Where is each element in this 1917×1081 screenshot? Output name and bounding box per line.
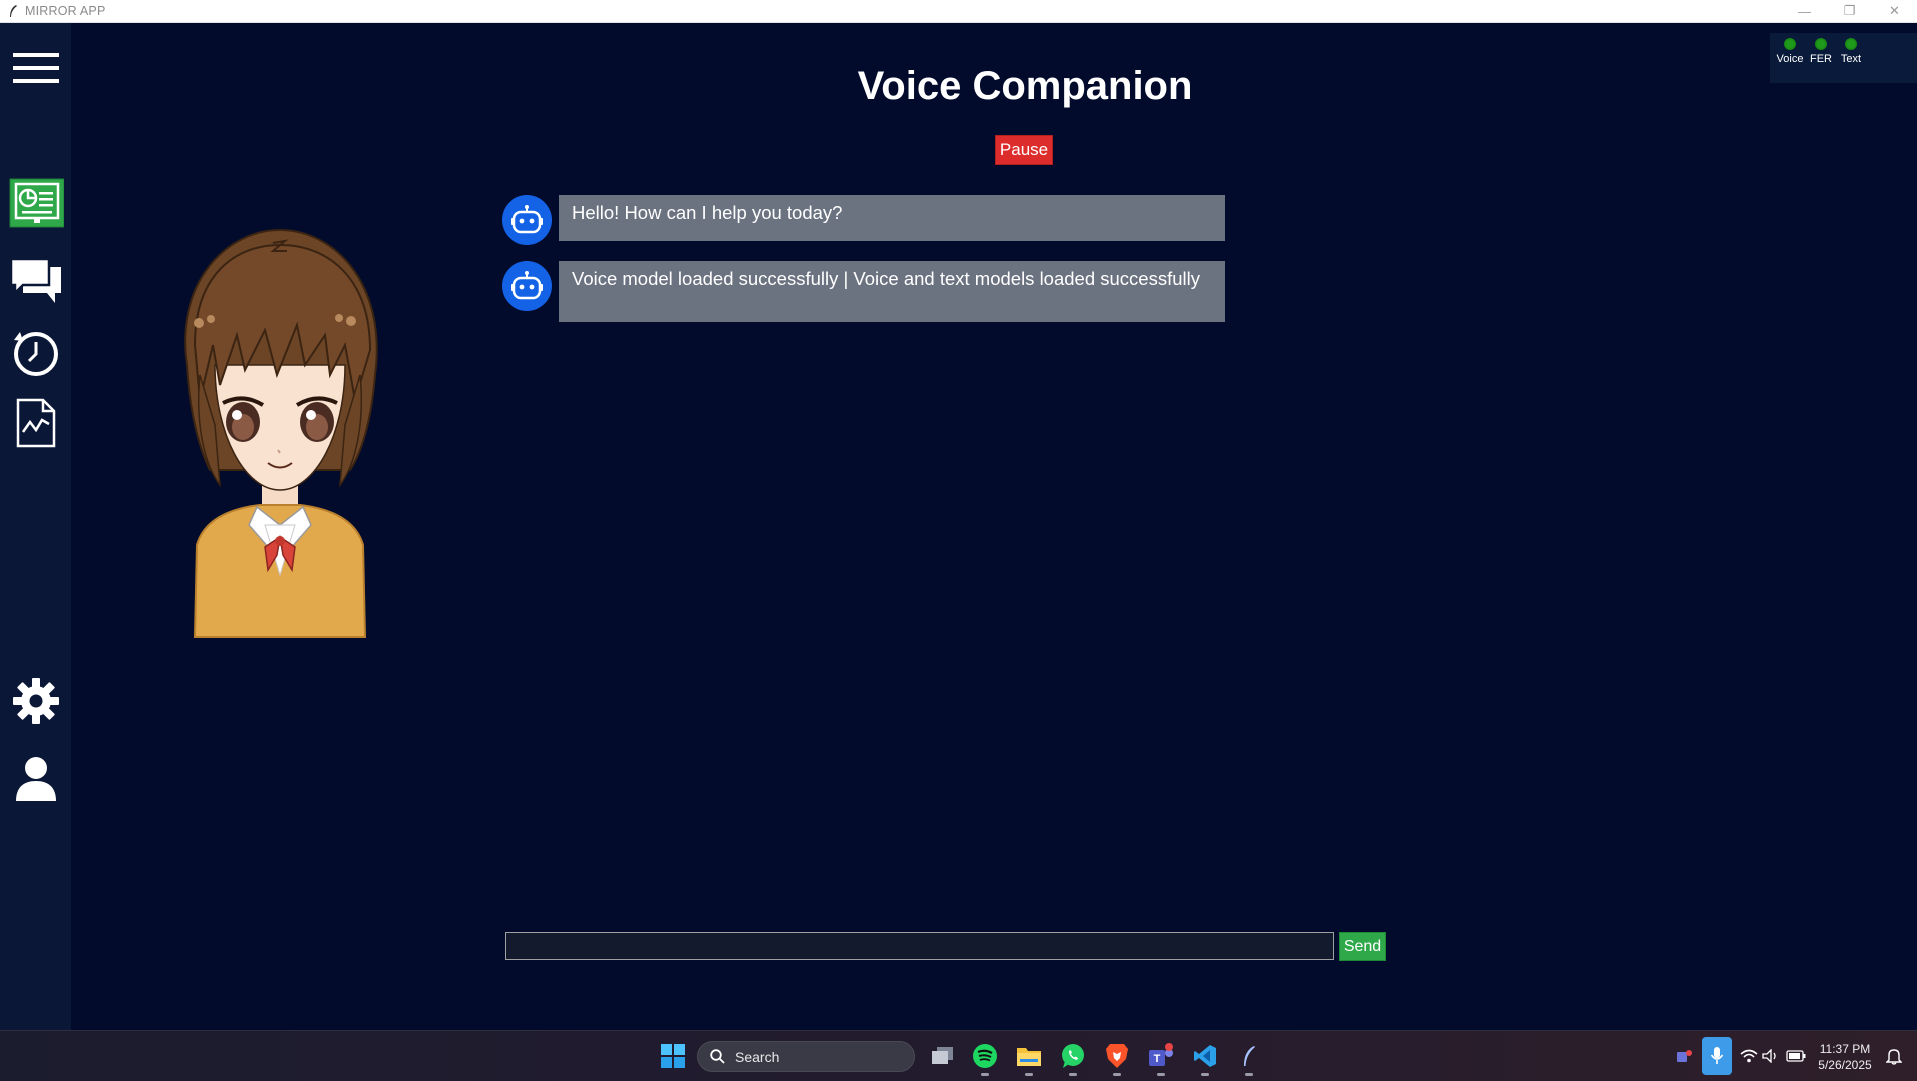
bot-avatar	[502, 261, 552, 311]
chat-bubbles-icon	[9, 257, 61, 303]
speaker-icon	[1762, 1049, 1776, 1063]
tray-volume[interactable]	[1760, 1041, 1782, 1071]
chat-message: Voice model loaded successfully | Voice …	[502, 261, 1225, 322]
sidebar-item-reports[interactable]	[0, 395, 71, 450]
taskbar-search[interactable]: Search	[697, 1041, 915, 1072]
tray-teams[interactable]	[1672, 1041, 1696, 1071]
search-icon	[710, 1049, 725, 1064]
start-button[interactable]	[656, 1041, 690, 1071]
maximize-button[interactable]: ❐	[1827, 0, 1872, 22]
window-title: MIRROR APP	[25, 4, 106, 18]
svg-text:T: T	[1154, 1053, 1161, 1065]
send-button[interactable]: Send	[1339, 932, 1386, 961]
taskbar-whatsapp[interactable]	[1056, 1041, 1090, 1076]
bot-avatar	[502, 195, 552, 245]
chat-input[interactable]	[505, 932, 1334, 960]
sidebar-item-chat[interactable]	[0, 255, 71, 310]
status-indicators: Voice FER Text	[1770, 33, 1917, 83]
brave-browser-icon	[1106, 1044, 1128, 1068]
clock-history-icon	[13, 331, 58, 376]
search-placeholder: Search	[735, 1048, 780, 1065]
os-taskbar: Search T 11:37 PM 5/26/2025	[0, 1030, 1917, 1081]
message-bubble: Voice model loaded successfully | Voice …	[559, 261, 1225, 322]
companion-avatar	[165, 225, 395, 645]
teams-tray-icon	[1677, 1050, 1692, 1062]
clock-date: 5/26/2025	[1818, 1058, 1872, 1072]
wifi-icon	[1740, 1049, 1758, 1063]
sidebar-item-profile[interactable]	[0, 753, 71, 805]
minimize-button[interactable]: —	[1782, 0, 1827, 22]
tray-clock[interactable]: 11:37 PM 5/26/2025	[1808, 1041, 1882, 1073]
close-button[interactable]: ✕	[1872, 0, 1917, 22]
notification-bell-icon	[1886, 1049, 1902, 1065]
clock-time: 11:37 PM	[1819, 1042, 1871, 1056]
teams-icon: T	[1149, 1043, 1173, 1066]
dashboard-icon	[9, 178, 64, 227]
file-explorer-icon	[1017, 1048, 1041, 1066]
sidebar-item-settings[interactable]	[0, 675, 71, 727]
taskbar-spotify[interactable]	[968, 1041, 1002, 1076]
status-label: Text	[1840, 53, 1862, 65]
battery-icon	[1786, 1050, 1806, 1062]
hamburger-menu-icon	[12, 53, 59, 83]
pause-button[interactable]: Pause	[995, 135, 1053, 165]
whatsapp-icon	[1062, 1044, 1084, 1068]
page-title: Voice Companion	[857, 64, 1193, 108]
status-dot	[1845, 38, 1857, 50]
chat-message: Hello! How can I help you today?	[502, 195, 1225, 245]
feather-app-icon	[4, 2, 22, 20]
robot-icon	[511, 205, 543, 234]
tray-notifications[interactable]	[1882, 1041, 1906, 1071]
status-dot	[1815, 38, 1827, 50]
status-dot	[1784, 38, 1796, 50]
spotify-icon	[973, 1044, 997, 1068]
taskbar-mirror-app[interactable]	[1232, 1041, 1266, 1076]
windows-start-icon	[661, 1044, 685, 1068]
status-text: Text	[1831, 33, 1871, 65]
gear-icon	[12, 678, 59, 724]
taskbar-task-view[interactable]	[926, 1041, 960, 1071]
vscode-icon	[1194, 1045, 1216, 1067]
chart-document-icon	[16, 398, 55, 447]
menu-button[interactable]	[0, 43, 71, 93]
robot-icon	[511, 271, 543, 300]
sidebar-item-history[interactable]	[0, 325, 71, 380]
microphone-icon	[1710, 1047, 1724, 1064]
mirror-app-icon	[1244, 1046, 1255, 1066]
taskbar-teams[interactable]: T	[1144, 1041, 1178, 1076]
tray-microphone[interactable]	[1702, 1037, 1732, 1075]
message-bubble: Hello! How can I help you today?	[559, 195, 1225, 241]
tray-wifi[interactable]	[1738, 1041, 1760, 1071]
task-view-icon	[932, 1047, 953, 1064]
user-icon	[15, 757, 56, 801]
taskbar-file-explorer[interactable]	[1012, 1041, 1046, 1076]
sidebar-item-dashboard[interactable]	[0, 175, 71, 230]
sidebar	[0, 23, 71, 1030]
taskbar-vscode[interactable]	[1188, 1041, 1222, 1076]
window-title-bar: MIRROR APP — ❐ ✕	[0, 0, 1917, 23]
tray-battery[interactable]	[1784, 1041, 1808, 1071]
taskbar-brave[interactable]	[1100, 1041, 1134, 1076]
